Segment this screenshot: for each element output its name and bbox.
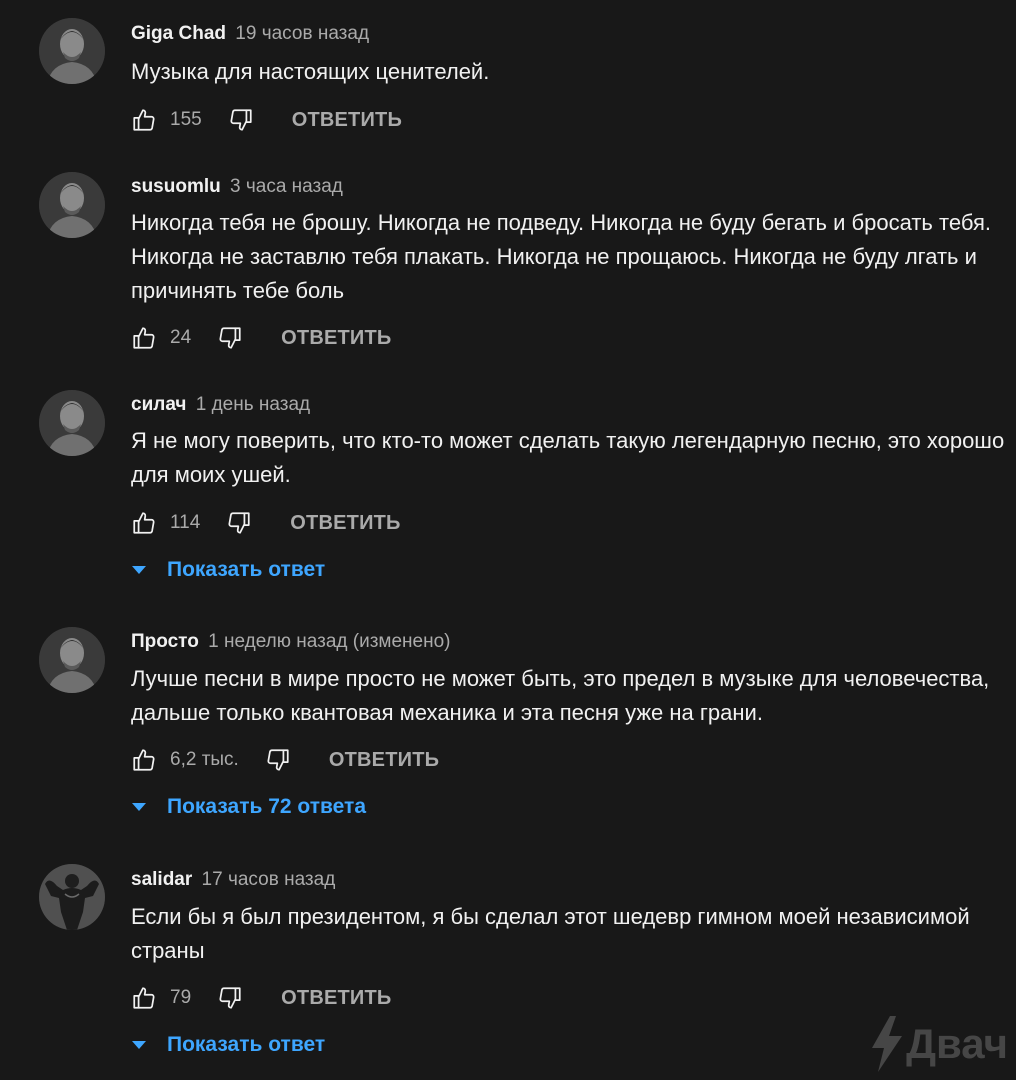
like-button[interactable] — [131, 325, 157, 351]
thumbs-down-icon — [228, 512, 250, 534]
comment-time[interactable]: 17 часов назад — [202, 869, 336, 890]
comment-author[interactable]: susuomlu — [131, 176, 221, 197]
show-replies-button[interactable]: Показать 72 ответа — [131, 792, 366, 822]
thumbs-up-icon — [133, 512, 155, 534]
comment-actions: 6,2 тыс. ОТВЕТИТЬ — [131, 745, 439, 775]
reply-button[interactable]: ОТВЕТИТЬ — [281, 987, 391, 1010]
like-button[interactable] — [131, 985, 157, 1011]
show-replies-button[interactable]: Показать ответ — [131, 1030, 325, 1060]
thumbs-down-icon — [230, 109, 252, 131]
show-replies-label: Показать ответ — [167, 1033, 326, 1056]
dislike-button[interactable] — [226, 510, 252, 536]
comment-actions: 155 ОТВЕТИТЬ — [131, 105, 402, 135]
show-replies-button[interactable]: Показать ответ — [131, 555, 325, 585]
comment-text: Лучше песни в мире просто не может быть,… — [131, 666, 990, 725]
reply-button[interactable]: ОТВЕТИТЬ — [292, 109, 402, 132]
thumbs-up-icon — [133, 987, 155, 1009]
dislike-button[interactable] — [265, 747, 291, 773]
comment-time[interactable]: 3 часа назад — [230, 176, 343, 197]
thumbs-down-icon — [267, 749, 289, 771]
comment-text: Никогда тебя не брошу. Никогда не подвед… — [131, 210, 991, 303]
avatar[interactable] — [39, 864, 105, 930]
comment-author[interactable]: Просто — [131, 631, 199, 652]
thumbs-up-icon — [133, 327, 155, 349]
comment-time[interactable]: 1 неделю назад (изменено) — [208, 631, 450, 652]
comment-text: Я не могу поверить, что кто-то может сде… — [131, 428, 1005, 487]
reply-button[interactable]: ОТВЕТИТЬ — [329, 749, 439, 772]
thumbs-up-icon — [133, 749, 155, 771]
comment-text: Если бы я был президентом, я бы сделал э… — [131, 904, 970, 963]
portrait-avatar-icon — [39, 390, 105, 456]
dislike-button[interactable] — [228, 107, 254, 133]
dislike-button[interactable] — [217, 325, 243, 351]
reply-button[interactable]: ОТВЕТИТЬ — [290, 512, 400, 535]
caret-down-icon — [132, 1041, 146, 1049]
portrait-avatar-icon — [39, 18, 105, 84]
comment-actions: 79 ОТВЕТИТЬ — [131, 983, 391, 1013]
like-count: 24 — [170, 327, 192, 348]
thumbs-down-icon — [219, 327, 241, 349]
portrait-avatar-icon — [39, 172, 105, 238]
watermark: Двач — [870, 1016, 1008, 1072]
reply-button[interactable]: ОТВЕТИТЬ — [281, 327, 391, 350]
comment-actions: 114 ОТВЕТИТЬ — [131, 508, 401, 538]
like-button[interactable] — [131, 747, 157, 773]
lightning-icon — [872, 1016, 903, 1072]
comment-time[interactable]: 19 часов назад — [235, 23, 369, 44]
comment-author[interactable]: Giga Chad — [131, 23, 226, 44]
avatar[interactable] — [39, 18, 105, 84]
portrait-avatar-icon — [39, 627, 105, 693]
like-count: 155 — [170, 109, 202, 130]
comment-text: Музыка для настоящих ценителей. — [131, 59, 490, 84]
show-replies-label: Показать ответ — [167, 558, 326, 581]
caret-down-icon — [132, 566, 146, 574]
watermark-text: Двач — [906, 1020, 1008, 1067]
caret-down-icon — [132, 803, 146, 811]
like-count: 6,2 тыс. — [170, 749, 239, 770]
dislike-button[interactable] — [217, 985, 243, 1011]
show-replies-label: Показать 72 ответа — [167, 795, 367, 818]
comment-time[interactable]: 1 день назад — [196, 394, 310, 415]
like-count: 114 — [170, 512, 201, 533]
avatar[interactable] — [39, 627, 105, 693]
thumbs-down-icon — [219, 987, 241, 1009]
like-button[interactable] — [131, 510, 157, 536]
comment-author[interactable]: силач — [131, 394, 186, 415]
comment-author[interactable]: salidar — [131, 869, 192, 890]
avatar[interactable] — [39, 390, 105, 456]
like-count: 79 — [170, 987, 192, 1008]
bodybuilder-avatar-icon — [39, 864, 105, 930]
like-button[interactable] — [131, 107, 157, 133]
comment-actions: 24 ОТВЕТИТЬ — [131, 323, 391, 353]
avatar[interactable] — [39, 172, 105, 238]
thumbs-up-icon — [133, 109, 155, 131]
